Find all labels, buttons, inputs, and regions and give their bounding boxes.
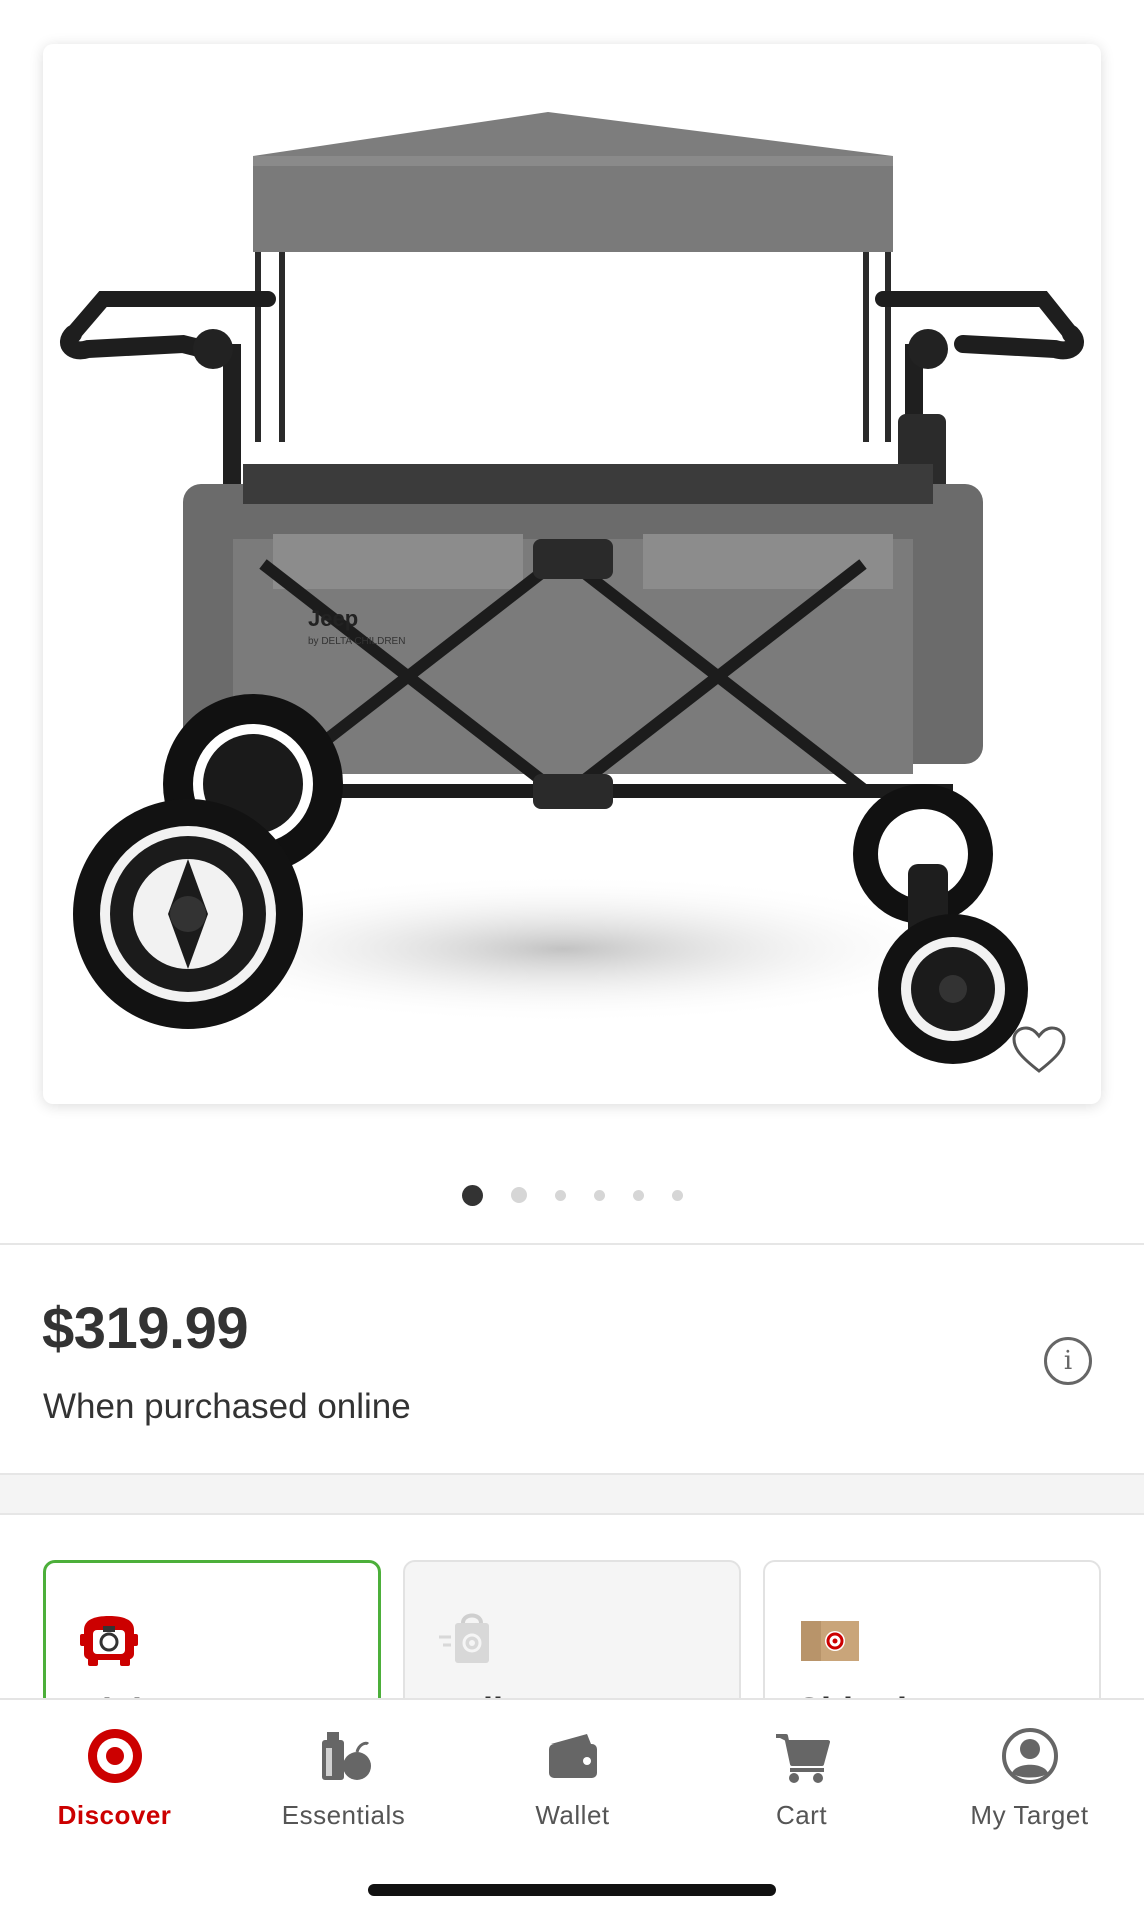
carousel-dot[interactable] [554, 1189, 566, 1201]
tab-label: Wallet [535, 1800, 610, 1830]
brand-sub: by DELTA CHILDREN [308, 636, 405, 647]
tab-essentials[interactable]: Essentials [229, 1700, 458, 1850]
tab-discover[interactable]: Discover [0, 1700, 229, 1850]
tab-label: Discover [57, 1800, 172, 1830]
delivery-bag-icon [439, 1613, 489, 1663]
tab-my-target[interactable]: My Target [915, 1700, 1144, 1850]
carousel-dot[interactable] [671, 1189, 683, 1201]
price-section: $319.99 When purchased online i [0, 1245, 1144, 1473]
bottom-tab-bar: Discover Essentials Wallet Cart My Targe… [0, 1698, 1144, 1920]
info-icon: i [1063, 1346, 1073, 1376]
price: $319.99 [42, 1296, 249, 1361]
pickup-car-icon [80, 1616, 138, 1666]
product-image-card[interactable]: Jeep by DELTA CHILDREN [43, 44, 1101, 1104]
fulfillment-option-shipping[interactable]: Shipping [763, 1560, 1101, 1700]
carousel-dot-active[interactable] [461, 1184, 483, 1206]
price-note: When purchased online [43, 1387, 411, 1426]
product-image: Jeep by DELTA CHILDREN [60, 112, 1084, 1064]
tab-label: My Target [970, 1800, 1089, 1830]
section-separator [0, 1473, 1144, 1515]
tab-cart[interactable]: Cart [687, 1700, 916, 1850]
favorite-button[interactable] [998, 1009, 1080, 1091]
carousel-dot[interactable] [593, 1189, 605, 1201]
target-bullseye-icon [87, 1729, 142, 1783]
tab-label: Essentials [281, 1800, 406, 1830]
cart-icon [775, 1734, 830, 1783]
brand-mark: Jeep [308, 606, 358, 631]
fulfillment-option-delivery[interactable]: Deli [403, 1560, 741, 1700]
essentials-icon [321, 1732, 371, 1780]
fulfillment-options: Pick Deli Shipping [0, 1515, 1144, 1700]
home-indicator[interactable] [368, 1884, 776, 1896]
carousel-dot[interactable] [510, 1187, 527, 1203]
shipping-box-icon [801, 1621, 859, 1661]
heart-icon [1012, 1026, 1066, 1073]
fulfillment-option-pickup[interactable]: Pick [43, 1560, 381, 1700]
wallet-icon [548, 1734, 597, 1778]
tab-wallet[interactable]: Wallet [458, 1700, 687, 1850]
image-carousel-dots[interactable] [0, 1183, 1144, 1207]
carousel-dot[interactable] [632, 1189, 644, 1201]
account-icon [1001, 1728, 1058, 1784]
tab-label: Cart [775, 1800, 828, 1830]
info-button[interactable]: i [1044, 1337, 1092, 1385]
